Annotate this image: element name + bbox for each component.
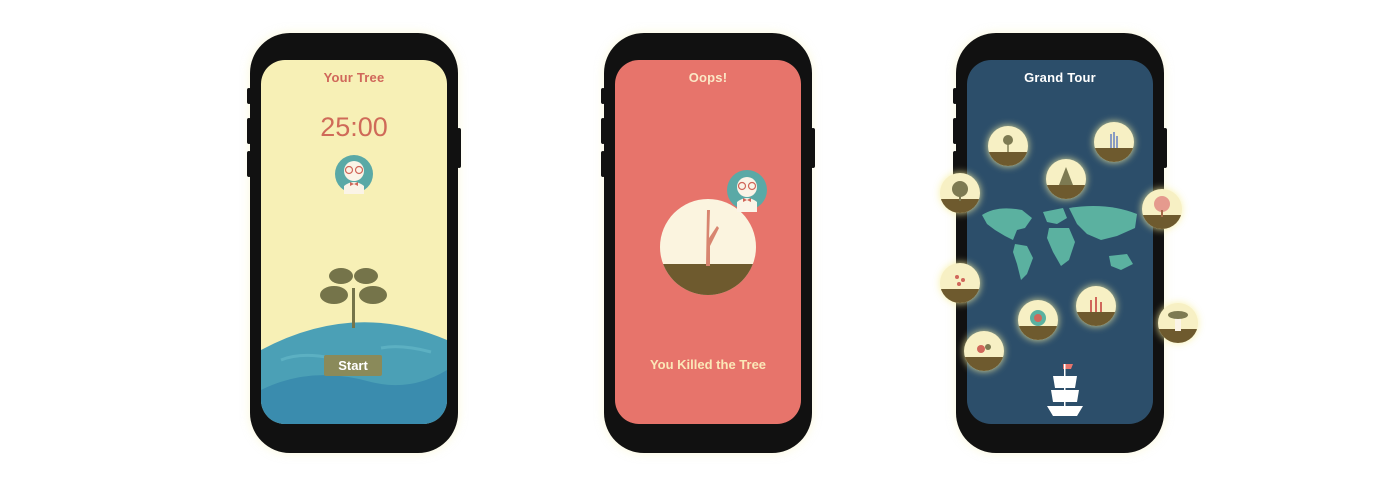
killed-message: You Killed the Tree (649, 357, 767, 372)
dead-tree-icon (660, 199, 756, 295)
pine-tree-badge[interactable] (1042, 155, 1090, 203)
flower-tree-badge[interactable] (984, 122, 1032, 170)
ship-icon (1047, 364, 1083, 416)
sprout-tree-badge[interactable] (1090, 118, 1138, 166)
sapling-icon (320, 268, 387, 328)
round-tree-badge[interactable] (936, 169, 984, 217)
phone-killed-tree: Oops! You Killed the Tree (601, 33, 815, 453)
berry-tree-badge[interactable] (936, 259, 984, 307)
avatar[interactable] (330, 154, 378, 194)
start-button[interactable]: Start (324, 355, 382, 376)
screen-your-tree: Your Tree 25:00 Start (261, 60, 447, 424)
phone-your-tree: Your Tree 25:00 Start (247, 33, 461, 453)
screen-killed-tree: Oops! You Killed the Tree (615, 60, 801, 424)
page-title: Grand Tour (1024, 70, 1096, 85)
page-title: Your Tree (323, 70, 385, 85)
baobab-tree-badge[interactable] (1154, 299, 1202, 347)
fruit-tree-badge[interactable] (960, 327, 1008, 375)
timer: 25:00 (320, 112, 388, 142)
page-title: Oops! (688, 70, 728, 85)
avatar[interactable] (723, 168, 771, 212)
world-map (982, 206, 1137, 280)
pink-tree-badge[interactable] (1138, 185, 1186, 233)
reed-tree-badge[interactable] (1072, 282, 1120, 330)
melon-tree-badge[interactable] (1014, 296, 1062, 344)
phone-grand-tour: Grand Tour (940, 33, 1198, 453)
